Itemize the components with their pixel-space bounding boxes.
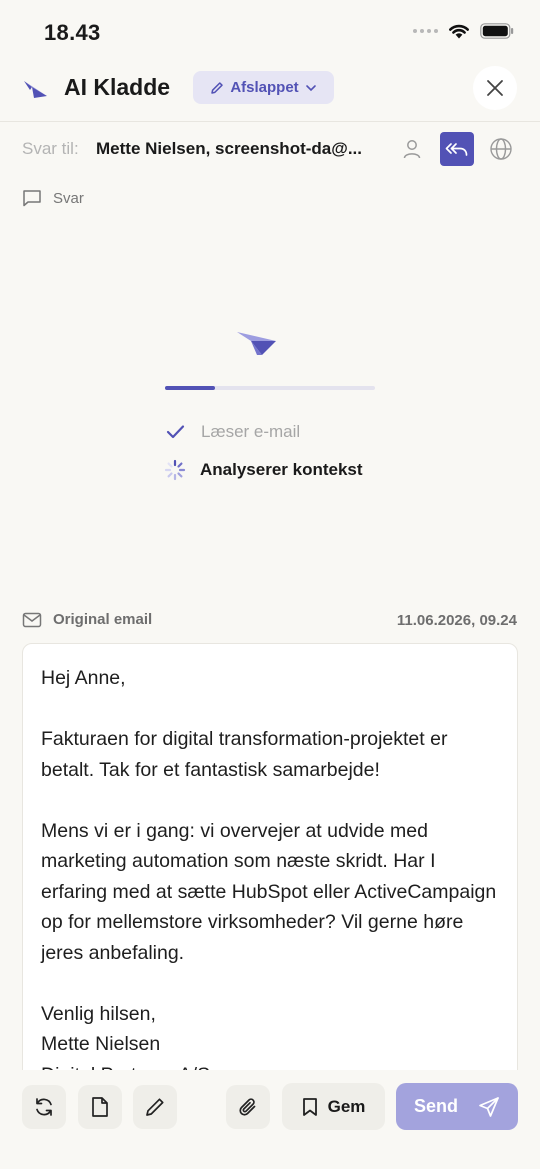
app-logo-icon [24,81,47,98]
original-email-card[interactable]: Hej Anne, Fakturaen for digital transfor… [22,643,518,1103]
compose-mode-label: Svar [53,189,84,207]
mail-icon [22,612,42,627]
app-title: AI Kladde [64,74,171,100]
paperclip-icon [239,1098,256,1116]
bottom-toolbar: Gem Send [0,1070,540,1169]
send-icon [479,1096,499,1117]
template-button[interactable] [78,1085,122,1129]
bookmark-icon [302,1097,317,1116]
edit-button[interactable] [133,1085,177,1129]
email-paragraph: Hej Anne, [41,667,126,689]
progress-step-active: Analyserer kontekst [164,459,363,481]
battery-icon [480,22,514,39]
email-paragraph: Mens vi er i gang: vi overvejer at udvid… [41,819,497,964]
signal-dots-icon [413,28,438,33]
close-button[interactable] [473,66,517,110]
send-label: Send [413,1096,458,1116]
attach-button[interactable] [226,1085,270,1129]
header-divider [0,121,540,122]
pencil-icon [211,81,224,94]
tone-selector-button[interactable]: Afslappet [193,71,334,104]
spinner-icon [164,459,186,481]
email-paragraph: Fakturaen for digital transformation-pro… [41,728,448,781]
reply-all-icon [445,143,468,156]
reply-to-recipients[interactable]: Mette Nielsen, screenshot-da@... [96,139,386,159]
refresh-icon [36,1098,52,1116]
pencil-icon [146,1098,164,1116]
reply-to-label: Svar til: [22,139,79,158]
original-email-header: Original email [22,611,152,628]
status-icons [413,22,514,39]
regenerate-button[interactable] [22,1085,66,1129]
reply-all-button[interactable] [440,132,474,166]
compose-mode-indicator[interactable]: Svar [22,188,84,208]
progress-step-label: Læser e-mail [201,422,301,441]
original-email-date: 11.06.2026, 09.24 [396,612,517,629]
original-email-label: Original email [53,611,153,628]
chevron-down-icon [305,84,316,91]
tone-label: Afslappet [230,79,299,96]
loading-logo-icon [237,332,276,355]
progress-fill [165,386,216,390]
progress-step-label: Analyserer kontekst [200,460,363,479]
save-label: Gem [327,1096,366,1116]
progress-step-done: Læser e-mail [166,422,300,442]
document-icon [92,1097,108,1117]
send-button[interactable]: Send [396,1083,518,1130]
save-button[interactable]: Gem [282,1083,385,1130]
status-time: 18.43 [44,20,101,45]
close-icon [487,80,503,96]
check-icon [166,425,185,439]
progress-bar [165,386,375,390]
globe-icon[interactable] [489,137,513,161]
wifi-icon [449,24,469,39]
person-icon[interactable] [400,137,424,161]
message-icon [23,190,41,207]
email-body: Hej Anne, Fakturaen for digital transfor… [23,644,517,1102]
